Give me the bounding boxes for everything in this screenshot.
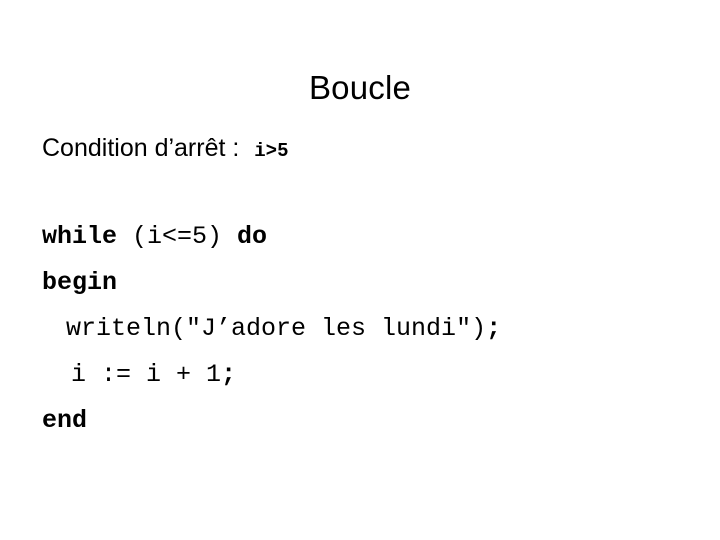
code-token: while (42, 222, 133, 251)
code-token: ; (486, 314, 502, 343)
code-line: end (42, 398, 501, 444)
condition-expression: i>5 (254, 140, 289, 162)
code-line: while (i<=5) do (42, 214, 501, 260)
condition-label: Condition d’arrêt : (42, 134, 247, 162)
code-token: i := i + 1 (71, 360, 222, 389)
code-block: while (i<=5) do begin writeln("J’adore les… (42, 214, 501, 444)
code-line: i := i + 1; (42, 352, 501, 398)
code-line: writeln("J’adore les lundi"); (42, 306, 501, 352)
page-title: Boucle (308, 69, 412, 107)
code-token: do (237, 222, 268, 251)
code-token: end (42, 406, 88, 435)
code-token: (i<=5) (132, 222, 238, 251)
code-token: writeln("J’adore les lundi") (66, 314, 487, 343)
slide-canvas: Boucle Condition d’arrêt : i>5 while (i<… (0, 0, 720, 540)
code-token: begin (42, 268, 118, 297)
condition-line: Condition d’arrêt : i>5 (42, 132, 289, 168)
code-token: ; (221, 360, 237, 389)
code-line: begin (42, 260, 501, 306)
